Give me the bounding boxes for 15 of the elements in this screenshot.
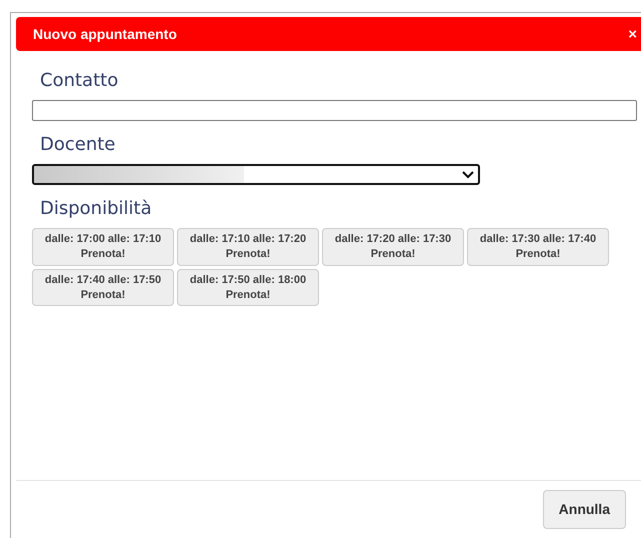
booking-button[interactable]: dalle: 17:10 alle: 17:20 Prenota!	[177, 228, 319, 266]
cancel-button[interactable]: Annulla	[542, 490, 626, 529]
teacher-dropdown[interactable]	[32, 164, 480, 185]
booking-button[interactable]: dalle: 17:30 alle: 17:40 Prenota!	[467, 228, 609, 266]
close-button[interactable]: ×	[628, 26, 637, 42]
dialog-title: Nuovo appuntamento	[33, 24, 177, 44]
field-label: Docente	[40, 133, 116, 157]
field-label: Contatto	[40, 69, 118, 93]
booking-button[interactable]: dalle: 17:50 alle: 18:00 Prenota!	[177, 268, 319, 306]
booking-button[interactable]: dalle: 17:20 alle: 17:30 Prenota!	[322, 228, 464, 266]
booking-button[interactable]: dalle: 17:40 alle: 17:50 Prenota!	[32, 268, 174, 306]
contact-field[interactable]	[32, 100, 637, 121]
caret-icon	[462, 170, 474, 178]
field-label: Disponibilità	[40, 197, 152, 221]
booking-button[interactable]: dalle: 17:00 alle: 17:10 Prenota!	[32, 228, 174, 266]
